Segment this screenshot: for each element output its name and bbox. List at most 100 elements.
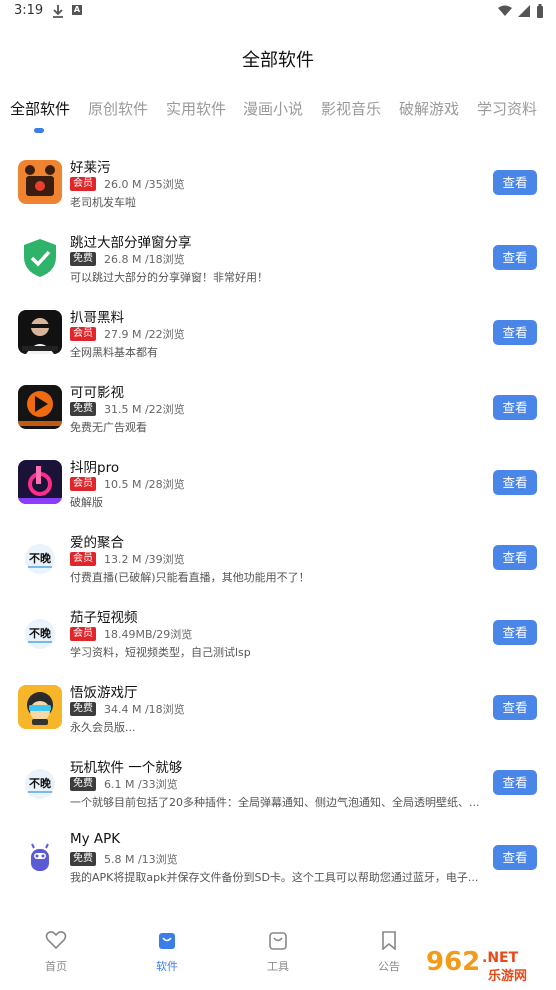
app-description: 免费无广告观看 xyxy=(70,421,147,434)
nav-home-label: 首页 xyxy=(45,960,67,973)
buwan-logo-icon: 不晚 xyxy=(18,760,62,804)
list-item[interactable]: 不晚 玩机软件 一个就够 免费 6.1 M /33浏览 一个就够目前包括了20多… xyxy=(0,750,556,825)
list-item[interactable]: 不晚 爱的聚合 会员 13.2 M /39浏览 付费直播(已破解)只能看直播，其… xyxy=(0,525,556,600)
app-name: 悟饭游戏厅 xyxy=(70,685,138,701)
view-button[interactable]: 查看 xyxy=(493,470,537,495)
app-description: 永久会员版... xyxy=(70,721,136,734)
app-name: 可可影视 xyxy=(70,385,124,401)
app-name: 抖阴pro xyxy=(70,460,120,476)
nav-software-label: 软件 xyxy=(156,960,178,973)
membership-badge: 会员 xyxy=(70,627,96,641)
membership-badge: 会员 xyxy=(70,477,96,491)
nav-software[interactable]: 软件 xyxy=(137,930,197,974)
app-description: 老司机发车啦 xyxy=(70,196,136,209)
app-meta: 10.5 M /28浏览 xyxy=(104,478,185,491)
category-tabs: 全部软件 原创软件 实用软件 漫画小说 影视音乐 破解游戏 学习资料 xyxy=(0,98,556,138)
app-description: 一个就够目前包括了20多种插件：全局弹幕通知、侧边气泡通知、全局透明壁纸、... xyxy=(70,796,480,809)
membership-badge: 会员 xyxy=(70,552,96,566)
a-notification-icon: A xyxy=(72,5,82,15)
app-meta: 13.2 M /39浏览 xyxy=(104,553,185,566)
app-name: 跳过大部分弹窗分享 xyxy=(70,235,192,251)
nav-notice[interactable]: 公告 xyxy=(359,930,419,974)
free-badge: 免费 xyxy=(70,852,96,866)
app-meta: 26.0 M /35浏览 xyxy=(104,178,185,191)
heart-icon xyxy=(45,931,67,950)
tab-cracked-games[interactable]: 破解游戏 xyxy=(399,98,459,119)
app-name: 茄子短视频 xyxy=(70,610,138,626)
list-item[interactable]: 可可影视 免费 31.5 M /22浏览 免费无广告观看 查看 xyxy=(0,375,556,450)
wufan-game-icon xyxy=(18,685,62,729)
film-clapper-icon xyxy=(18,160,62,204)
view-button[interactable]: 查看 xyxy=(493,245,537,270)
app-name: My APK xyxy=(70,831,121,847)
free-badge: 免费 xyxy=(70,777,96,791)
list-item[interactable]: 好莱污 会员 26.0 M /35浏览 老司机发车啦 查看 xyxy=(0,150,556,225)
android-robot-icon xyxy=(18,835,62,879)
watermark-sub: 乐游网 xyxy=(488,968,527,984)
bag-outline-icon xyxy=(269,932,287,950)
shield-check-icon xyxy=(18,235,62,279)
app-description: 学习资料，短视频类型，自己测试lsp xyxy=(70,646,251,659)
watermark-brand: 962 xyxy=(426,947,480,977)
download-icon xyxy=(53,5,63,18)
list-item[interactable]: 扒哥黑料 会员 27.9 M /22浏览 全网黑料基本都有 查看 xyxy=(0,300,556,375)
app-meta: 5.8 M /13浏览 xyxy=(104,853,178,866)
view-button[interactable]: 查看 xyxy=(493,545,537,570)
membership-badge: 会员 xyxy=(70,177,96,191)
svg-text:不晚: 不晚 xyxy=(29,626,51,640)
app-name: 好莱污 xyxy=(70,160,111,176)
tab-comics[interactable]: 漫画小说 xyxy=(243,98,303,119)
bookmark-icon xyxy=(382,931,396,951)
app-description: 我的APK将提取apk并保存文件备份到SD卡。这个工具可以帮助您通过蓝牙，电子.… xyxy=(70,871,479,884)
app-meta: 26.8 M /18浏览 xyxy=(104,253,185,266)
app-name: 扒哥黑料 xyxy=(70,310,124,326)
app-meta: 6.1 M /33浏览 xyxy=(104,778,178,791)
tab-original[interactable]: 原创软件 xyxy=(88,98,148,119)
nav-notice-label: 公告 xyxy=(378,960,400,973)
membership-badge: 会员 xyxy=(70,327,96,341)
view-button[interactable]: 查看 xyxy=(493,845,537,870)
page-title: 全部软件 xyxy=(242,50,314,71)
tab-video-music[interactable]: 影视音乐 xyxy=(321,98,381,119)
app-description: 破解版 xyxy=(70,496,103,509)
list-item[interactable]: My APK 免费 5.8 M /13浏览 我的APK将提取apk并保存文件备份… xyxy=(0,825,556,900)
app-meta: 34.4 M /18浏览 xyxy=(104,703,185,716)
free-badge: 免费 xyxy=(70,402,96,416)
douyin-pro-icon xyxy=(18,460,62,504)
status-bar: 3:19 A xyxy=(0,0,556,24)
svg-text:不晚: 不晚 xyxy=(29,776,51,790)
buwan-logo-icon: 不晚 xyxy=(18,610,62,654)
view-button[interactable]: 查看 xyxy=(493,620,537,645)
active-tab-indicator xyxy=(34,128,44,133)
nav-tools[interactable]: 工具 xyxy=(248,930,308,974)
app-meta: 18.49MB/29浏览 xyxy=(104,628,193,641)
wifi-icon xyxy=(498,5,512,16)
watermark-suffix: .NET xyxy=(482,950,519,966)
battery-icon xyxy=(537,4,543,18)
app-description: 可以跳过大部分的分享弹窗！非常好用！ xyxy=(70,271,268,284)
tab-study[interactable]: 学习资料 xyxy=(477,98,537,119)
keke-play-icon xyxy=(18,385,62,429)
app-description: 付费直播(已破解)只能看直播，其他功能用不了！ xyxy=(70,571,310,584)
list-item[interactable]: 抖阴pro 会员 10.5 M /28浏览 破解版 查看 xyxy=(0,450,556,525)
view-button[interactable]: 查看 xyxy=(493,170,537,195)
app-name: 玩机软件 一个就够 xyxy=(70,760,183,776)
view-button[interactable]: 查看 xyxy=(493,695,537,720)
app-meta: 27.9 M /22浏览 xyxy=(104,328,185,341)
bag-icon xyxy=(159,933,175,949)
app-description: 全网黑料基本都有 xyxy=(70,346,158,359)
view-button[interactable]: 查看 xyxy=(493,395,537,420)
site-watermark: 962 .NET 乐游网 xyxy=(418,940,553,986)
view-button[interactable]: 查看 xyxy=(493,320,537,345)
app-name: 爱的聚合 xyxy=(70,535,124,551)
nav-home[interactable]: 首页 xyxy=(26,930,86,974)
app-meta: 31.5 M /22浏览 xyxy=(104,403,185,416)
tab-utility[interactable]: 实用软件 xyxy=(166,98,226,119)
tab-all[interactable]: 全部软件 xyxy=(10,98,70,119)
list-item[interactable]: 不晚 茄子短视频 会员 18.49MB/29浏览 学习资料，短视频类型，自己测试… xyxy=(0,600,556,675)
free-badge: 免费 xyxy=(70,702,96,716)
view-button[interactable]: 查看 xyxy=(493,770,537,795)
list-item[interactable]: 悟饭游戏厅 免费 34.4 M /18浏览 永久会员版... 查看 xyxy=(0,675,556,750)
list-item[interactable]: 跳过大部分弹窗分享 免费 26.8 M /18浏览 可以跳过大部分的分享弹窗！非… xyxy=(0,225,556,300)
free-badge: 免费 xyxy=(70,252,96,266)
